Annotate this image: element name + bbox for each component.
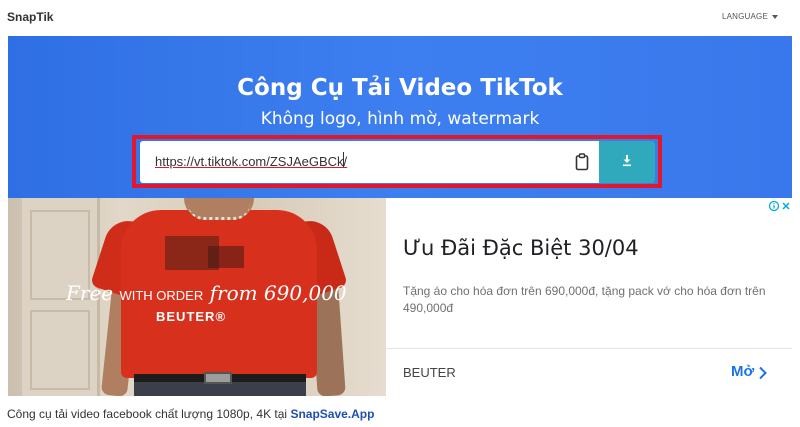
footer-text: Công cụ tải video facebook chất lượng 10…	[7, 407, 288, 421]
download-button[interactable]	[599, 141, 655, 183]
top-navbar: SnapTik LANGUAGE	[0, 0, 800, 36]
ad-promo-brand: BEUTER®	[156, 309, 227, 324]
download-icon	[623, 155, 631, 167]
page-title: Công Cụ Tải Video TikTok	[237, 75, 563, 101]
footer-note: Công cụ tải video facebook chất lượng 10…	[7, 407, 374, 421]
url-input-value: https://vt.tiktok.com/ZSJAeGBCk/	[155, 154, 348, 169]
clipboard-icon[interactable]	[575, 153, 589, 171]
adchoices-icon[interactable]	[768, 199, 792, 212]
language-label: LANGUAGE	[721, 12, 768, 21]
text-cursor	[343, 152, 344, 167]
ad-promo-text: Free WITH ORDER from 690,000	[66, 281, 347, 305]
ad-headline[interactable]: Ưu Đãi Đặc Biệt 30/04	[403, 236, 639, 260]
language-dropdown[interactable]: LANGUAGE	[722, 12, 778, 21]
footer-link-snapsave[interactable]: SnapSave.App	[290, 407, 374, 421]
ad-advertiser: BEUTER	[403, 365, 456, 380]
brand-logo[interactable]: SnapTik	[7, 10, 53, 24]
ad-description: Tặng áo cho hóa đơn trên 690,000đ, tặng …	[403, 284, 766, 315]
caret-down-icon	[772, 14, 778, 19]
chevron-right-icon[interactable]	[758, 366, 767, 385]
ad-divider	[386, 348, 792, 349]
page-subtitle: Không logo, hình mờ, watermark	[260, 109, 540, 129]
ad-open-button[interactable]: Mở	[731, 363, 754, 380]
url-input-field[interactable]: https://vt.tiktok.com/ZSJAeGBCk/	[140, 141, 599, 183]
